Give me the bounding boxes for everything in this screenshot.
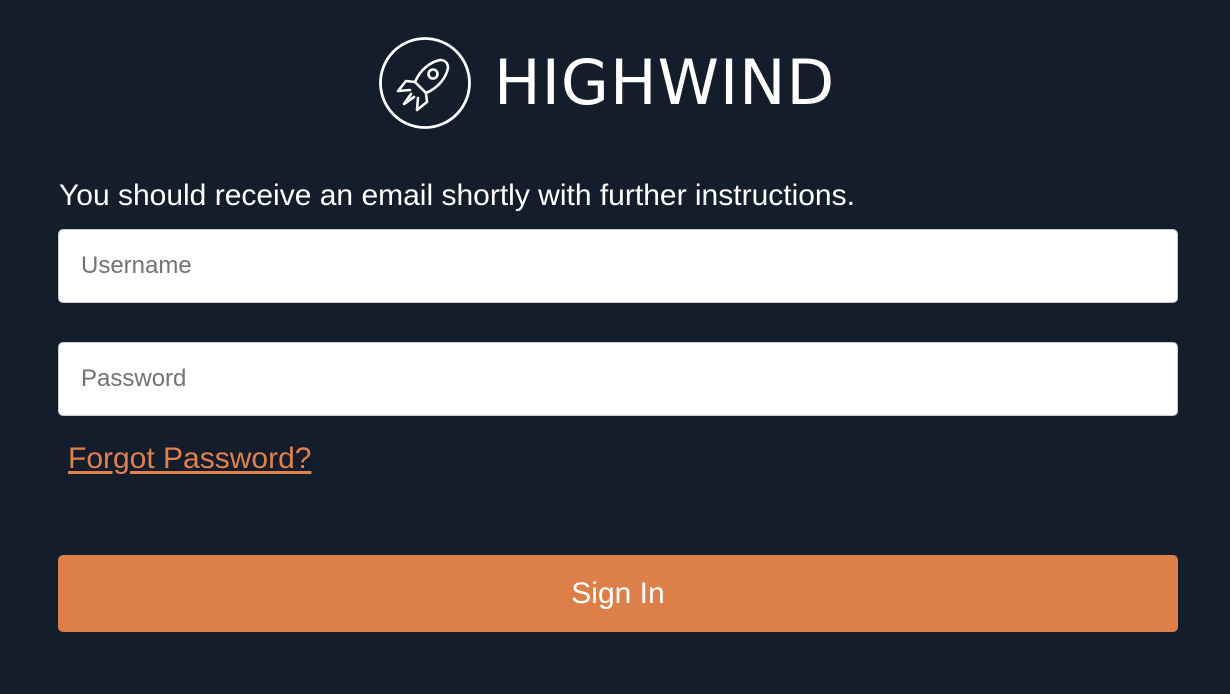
status-message: You should receive an email shortly with… <box>59 179 855 212</box>
username-input[interactable] <box>58 229 1178 303</box>
sign-in-button[interactable]: Sign In <box>58 555 1178 632</box>
forgot-password-link[interactable]: Forgot Password? <box>68 438 311 480</box>
brand-name: HIGHWIND <box>494 46 836 119</box>
brand-logo: HIGHWIND <box>378 36 835 130</box>
login-page: HIGHWIND You should receive an email sho… <box>0 0 1230 694</box>
rocket-icon <box>379 37 471 129</box>
password-input[interactable] <box>58 342 1178 416</box>
